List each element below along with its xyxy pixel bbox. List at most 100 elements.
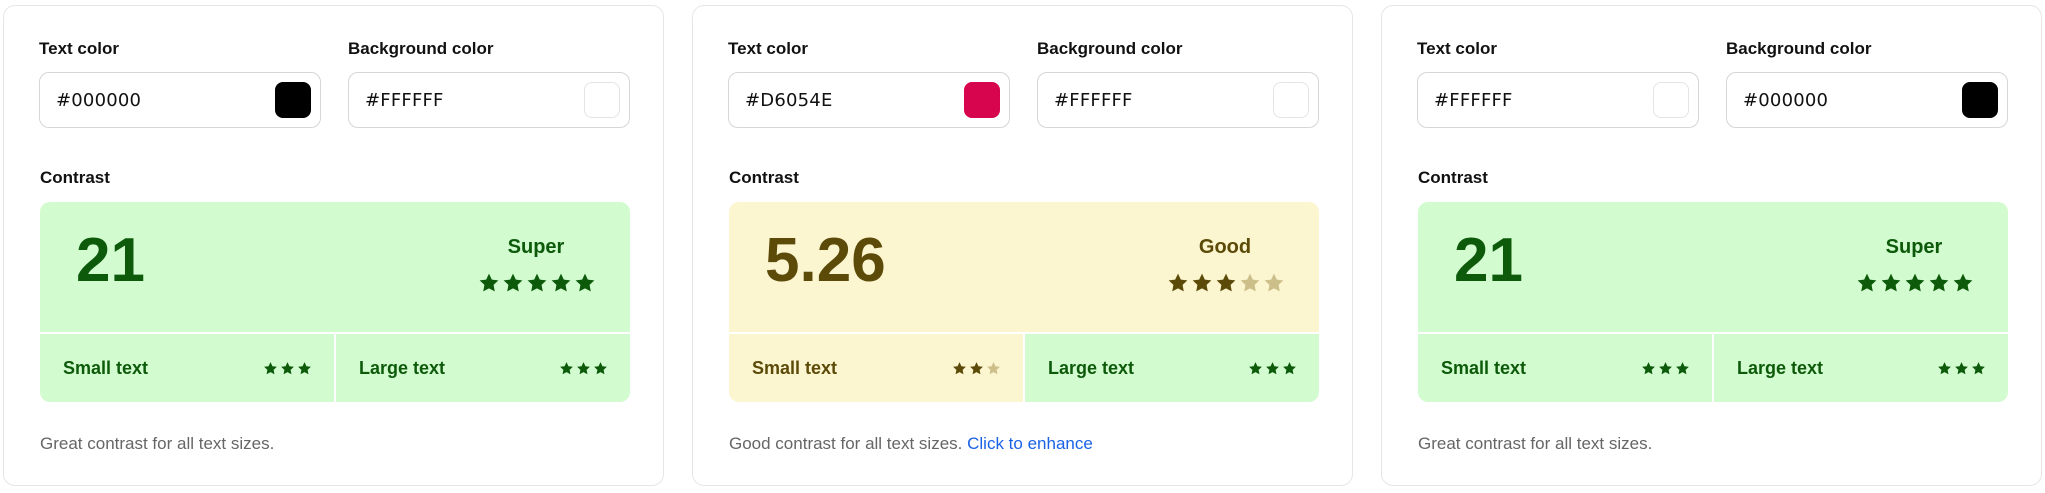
contrast-message-text: Great contrast for all text sizes. bbox=[40, 434, 275, 453]
large-text-stars bbox=[1248, 361, 1297, 376]
contrast-rating: Super bbox=[507, 236, 565, 258]
large-text-rating: Large text bbox=[1714, 334, 2008, 402]
star-filled-icon bbox=[1937, 361, 1952, 376]
star-filled-icon bbox=[550, 272, 572, 294]
background-color-value: #000000 bbox=[1743, 89, 1829, 111]
text-color-label: Text color bbox=[728, 39, 808, 58]
star-filled-icon bbox=[263, 361, 278, 376]
overall-rating-stars bbox=[1167, 272, 1285, 294]
star-filled-icon bbox=[1904, 272, 1926, 294]
background-color-input[interactable]: #FFFFFF bbox=[1037, 72, 1319, 128]
contrast-checker-card-3: Text color Background color #FFFFFF #000… bbox=[1381, 5, 2042, 486]
star-filled-icon bbox=[559, 361, 574, 376]
contrast-rating: Super bbox=[1885, 236, 1943, 258]
star-filled-icon bbox=[1215, 272, 1237, 294]
small-text-label: Small text bbox=[1441, 357, 1527, 378]
text-color-swatch[interactable] bbox=[964, 82, 1000, 118]
background-color-value: #FFFFFF bbox=[1054, 89, 1133, 111]
contrast-score-area: 21 Super bbox=[40, 202, 630, 332]
text-color-value: #FFFFFF bbox=[1434, 89, 1513, 111]
contrast-ratio: 21 bbox=[76, 226, 145, 295]
large-text-label: Large text bbox=[359, 357, 446, 378]
contrast-label: Contrast bbox=[1418, 168, 1488, 187]
contrast-score-area: 5.26 Good bbox=[729, 202, 1319, 332]
star-filled-icon bbox=[969, 361, 984, 376]
text-color-input[interactable]: #000000 bbox=[39, 72, 321, 128]
text-color-value: #D6054E bbox=[745, 89, 833, 111]
contrast-checker-card-1: Text color Background color #000000 #FFF… bbox=[3, 5, 664, 486]
star-filled-icon bbox=[1282, 361, 1297, 376]
text-color-input[interactable]: #D6054E bbox=[728, 72, 1010, 128]
contrast-rating: Good bbox=[1198, 236, 1252, 258]
contrast-panel: 21 Super Small text Large text bbox=[40, 202, 630, 402]
text-color-swatch[interactable] bbox=[275, 82, 311, 118]
background-color-input[interactable]: #000000 bbox=[1726, 72, 2008, 128]
text-color-value: #000000 bbox=[56, 89, 142, 111]
large-text-rating: Large text bbox=[1025, 334, 1319, 402]
star-filled-icon bbox=[297, 361, 312, 376]
contrast-checker-card-2: Text color Background color #D6054E #FFF… bbox=[692, 5, 1353, 486]
background-color-swatch[interactable] bbox=[1962, 82, 1998, 118]
star-filled-icon bbox=[1167, 272, 1189, 294]
contrast-message: Good contrast for all text sizes. Click … bbox=[729, 434, 1093, 454]
enhance-link[interactable]: Click to enhance bbox=[967, 434, 1093, 453]
contrast-message: Great contrast for all text sizes. bbox=[1418, 434, 1652, 454]
star-filled-icon bbox=[593, 361, 608, 376]
contrast-label: Contrast bbox=[729, 168, 799, 187]
star-filled-icon bbox=[1191, 272, 1213, 294]
small-text-rating: Small text bbox=[1418, 334, 1712, 402]
star-empty-icon bbox=[986, 361, 1001, 376]
small-text-rating: Small text bbox=[40, 334, 334, 402]
star-filled-icon bbox=[1675, 361, 1690, 376]
star-filled-icon bbox=[280, 361, 295, 376]
contrast-ratio: 5.26 bbox=[765, 226, 886, 295]
star-filled-icon bbox=[1248, 361, 1263, 376]
contrast-label: Contrast bbox=[40, 168, 110, 187]
contrast-ratio: 21 bbox=[1454, 226, 1523, 295]
large-text-stars bbox=[1937, 361, 1986, 376]
background-color-label: Background color bbox=[1726, 39, 1872, 58]
background-color-swatch[interactable] bbox=[584, 82, 620, 118]
star-empty-icon bbox=[1239, 272, 1261, 294]
star-filled-icon bbox=[526, 272, 548, 294]
star-filled-icon bbox=[1971, 361, 1986, 376]
small-text-label: Small text bbox=[752, 357, 838, 378]
star-filled-icon bbox=[1658, 361, 1673, 376]
text-color-input[interactable]: #FFFFFF bbox=[1417, 72, 1699, 128]
contrast-message-text: Good contrast for all text sizes. bbox=[729, 434, 963, 453]
large-text-stars bbox=[559, 361, 608, 376]
star-filled-icon bbox=[1952, 272, 1974, 294]
contrast-score-area: 21 Super bbox=[1418, 202, 2008, 332]
background-color-swatch[interactable] bbox=[1273, 82, 1309, 118]
contrast-panel: 5.26 Good Small text Large text bbox=[729, 202, 1319, 402]
star-filled-icon bbox=[1880, 272, 1902, 294]
large-text-label: Large text bbox=[1737, 357, 1824, 378]
large-text-rating: Large text bbox=[336, 334, 630, 402]
background-color-value: #FFFFFF bbox=[365, 89, 444, 111]
star-filled-icon bbox=[952, 361, 967, 376]
star-filled-icon bbox=[1954, 361, 1969, 376]
star-filled-icon bbox=[478, 272, 500, 294]
background-color-label: Background color bbox=[1037, 39, 1183, 58]
text-color-swatch[interactable] bbox=[1653, 82, 1689, 118]
overall-rating-stars bbox=[1856, 272, 1974, 294]
star-filled-icon bbox=[576, 361, 591, 376]
text-color-label: Text color bbox=[1417, 39, 1497, 58]
star-filled-icon bbox=[1928, 272, 1950, 294]
contrast-message: Great contrast for all text sizes. bbox=[40, 434, 274, 454]
small-text-stars bbox=[1641, 361, 1690, 376]
text-color-label: Text color bbox=[39, 39, 119, 58]
large-text-label: Large text bbox=[1048, 357, 1135, 378]
background-color-label: Background color bbox=[348, 39, 494, 58]
small-text-label: Small text bbox=[63, 357, 149, 378]
small-text-stars bbox=[263, 361, 312, 376]
background-color-input[interactable]: #FFFFFF bbox=[348, 72, 630, 128]
contrast-message-text: Great contrast for all text sizes. bbox=[1418, 434, 1653, 453]
star-filled-icon bbox=[1856, 272, 1878, 294]
star-filled-icon bbox=[574, 272, 596, 294]
small-text-stars bbox=[952, 361, 1001, 376]
small-text-rating: Small text bbox=[729, 334, 1023, 402]
star-empty-icon bbox=[1263, 272, 1285, 294]
star-filled-icon bbox=[1265, 361, 1280, 376]
overall-rating-stars bbox=[478, 272, 596, 294]
